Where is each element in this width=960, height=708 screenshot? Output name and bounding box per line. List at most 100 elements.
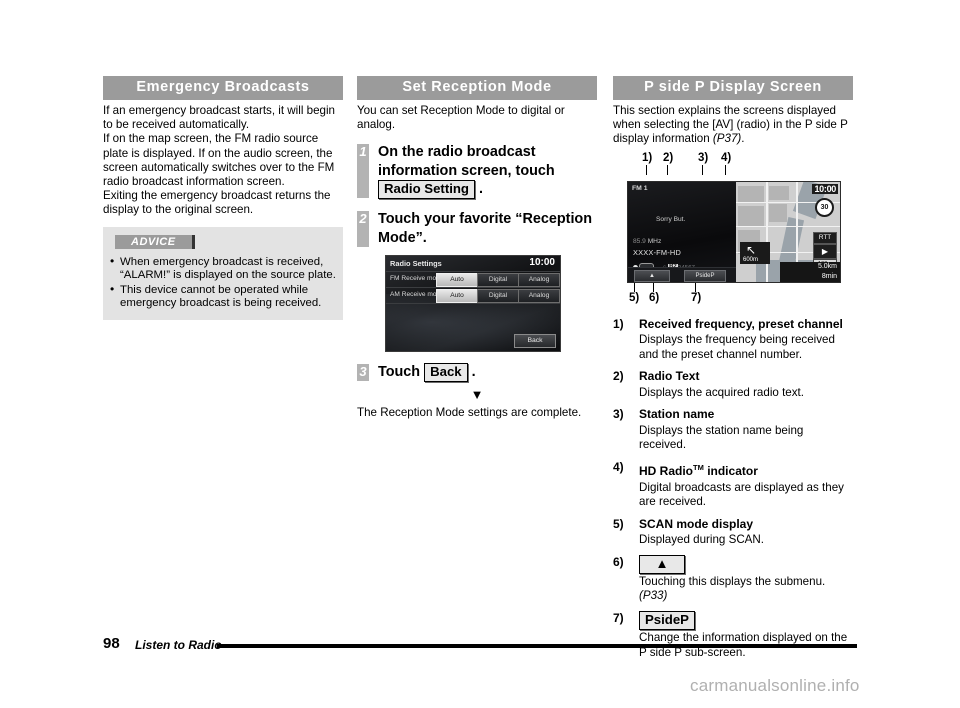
map-block	[738, 185, 764, 202]
map-block	[769, 185, 789, 200]
station-name-display: XXXX-FM-HD	[633, 247, 681, 257]
page-footer: 98 Listen to Radio	[103, 635, 857, 653]
hd-radio-indicator-row: ♫B234567	[633, 259, 695, 272]
step-2-number: 2	[357, 211, 369, 248]
map-road	[736, 225, 840, 228]
callout-tick-5	[634, 282, 635, 292]
step-1-period: .	[479, 181, 483, 198]
rtt-button[interactable]: RTT	[813, 231, 837, 244]
fm-digital-button[interactable]: Digital	[477, 273, 519, 288]
remaining-time: 8min	[821, 272, 837, 280]
fm-analog-button[interactable]: Analog	[518, 273, 560, 288]
callout-label-7: 7)	[691, 291, 702, 304]
section-heading-p-side-p: P side P Display Screen	[613, 76, 853, 100]
column-p-side-p-display: P side P Display Screen This section exp…	[613, 76, 853, 667]
advice-list: When emergency broadcast is received, “A…	[109, 255, 337, 311]
device-screen-title: Radio Settings	[390, 259, 442, 269]
definition-item-6: 6) ▲ Touching this displays the submenu.…	[613, 554, 853, 604]
intro-after: .	[741, 132, 745, 146]
definition-number: 4)	[613, 460, 624, 475]
section-heading-emergency-broadcasts: Emergency Broadcasts	[103, 76, 343, 100]
frequency-display: 85.9 MHz	[633, 238, 661, 245]
definition-term: Station name	[639, 407, 715, 422]
callout-label-6: 6)	[649, 291, 660, 304]
step-3-number: 3	[357, 364, 369, 382]
callout-tick-4	[725, 164, 726, 175]
turn-guidance-box: ↖ 600m	[740, 241, 770, 264]
page-reference: (P37)	[712, 132, 742, 146]
definition-term: SCAN mode display	[639, 516, 754, 531]
am-digital-button[interactable]: Digital	[477, 289, 519, 304]
band-preset-indicator: FM 1	[632, 185, 648, 192]
definition-number: 6)	[613, 554, 624, 569]
definition-term: PsideP	[639, 611, 853, 631]
hd-radio-term-suffix: indicator	[707, 464, 758, 479]
speed-limit-sign: 30	[815, 197, 834, 217]
result-text: The Reception Mode settings are complete…	[357, 406, 582, 420]
device-back-button[interactable]: Back	[514, 334, 556, 349]
manual-page: Emergency Broadcasts If an emergency bro…	[0, 0, 960, 708]
psidep-button[interactable]: PsideP	[684, 269, 726, 282]
p-side-p-intro: This section explains the screens displa…	[613, 104, 853, 147]
page-number: 98	[103, 635, 120, 652]
advice-tag: ADVICE	[115, 234, 195, 249]
frequency-unit: MHz	[647, 237, 662, 245]
definition-number: 7)	[613, 611, 624, 626]
definition-description: Displayed during SCAN.	[639, 533, 765, 547]
map-block	[738, 205, 764, 226]
map-cursor-icon[interactable]: ▶	[813, 243, 837, 259]
flow-arrow-icon: ▼	[470, 387, 484, 403]
callout-label-1: 1)	[642, 151, 653, 164]
callout-tick-1	[646, 164, 647, 175]
device-clock: 10:00	[529, 257, 555, 269]
turn-distance: 600m	[743, 256, 759, 263]
map-view[interactable]: 10:00 30 RTT ▶ 100m ↖ 600m 5.0km 8min	[736, 181, 840, 282]
section-heading-set-reception-mode: Set Reception Mode	[357, 76, 597, 100]
reception-intro: You can set Reception Mode to digital or…	[357, 104, 597, 132]
callout-tick-6	[653, 282, 654, 292]
definition-number: 5)	[613, 516, 624, 531]
callout-tick-3	[702, 164, 703, 175]
definition-number: 1)	[613, 316, 624, 331]
psidep-key[interactable]: PsideP	[639, 611, 695, 631]
definition-item-2: 2) Radio Text Displays the acquired radi…	[613, 369, 853, 400]
step-3-period: .	[471, 364, 476, 381]
fm-receive-mode-row: FM Receive mode Auto Digital Analog	[386, 273, 560, 288]
fm-auto-button[interactable]: Auto	[436, 273, 478, 288]
step-2: 2 Touch your favorite “Reception Mode”.	[357, 210, 597, 248]
definition-desc-text: Touching this displays the submenu.	[639, 574, 826, 588]
step-3-text: Touch Back .	[378, 363, 597, 383]
p-side-p-screenshot: FM 1 Sorry But. 85.9 MHz XXXX-FM-HD ♫B23…	[627, 180, 841, 283]
paragraph-3: Exiting the emergency broadcast returns …	[103, 189, 331, 217]
footer-rule	[217, 644, 857, 648]
am-auto-button[interactable]: Auto	[436, 289, 478, 304]
remaining-distance: 5.0km	[817, 262, 837, 270]
definition-description: Displays the frequency being received an…	[639, 333, 835, 361]
definition-number: 2)	[613, 369, 624, 384]
am-receive-mode-row: AM Receive mode Auto Digital Analog	[386, 289, 560, 304]
definition-description: Touching this displays the submenu. (P33…	[639, 575, 853, 604]
divider	[386, 303, 560, 305]
submenu-key[interactable]: ▲	[639, 554, 685, 574]
am-analog-button[interactable]: Analog	[518, 289, 560, 304]
step-1-instruction: On the radio broadcast information scree…	[378, 144, 555, 179]
callout-label-3: 3)	[698, 151, 709, 164]
definition-term: Received frequency, preset channel	[639, 316, 843, 331]
submenu-button[interactable]: ▲	[634, 269, 670, 282]
step-3: 3 Touch Back .	[357, 363, 597, 383]
step-1: 1 On the radio broadcast information scr…	[357, 143, 597, 200]
definition-term: ▲	[639, 554, 853, 574]
paragraph-1: If an emergency broadcast starts, it wil…	[103, 104, 335, 132]
definition-item-4: 4) HD RadioTM indicator Digital broadcas…	[613, 460, 853, 510]
paragraph-2: If on the map screen, the FM radio sourc…	[103, 132, 335, 189]
footer-chapter-label: Listen to Radio	[135, 638, 222, 652]
advice-item: When emergency broadcast is received, “A…	[109, 255, 337, 283]
back-key[interactable]: Back	[424, 363, 468, 383]
callout-label-4: 4)	[721, 151, 732, 164]
column-emergency-broadcasts: Emergency Broadcasts If an emergency bro…	[103, 76, 343, 320]
radio-setting-key[interactable]: Radio Setting	[378, 180, 475, 200]
intro-text: This section explains the screens displa…	[613, 104, 853, 147]
callout-ticks-bottom	[613, 282, 853, 292]
radio-text-display: Sorry But.	[656, 215, 686, 223]
definition-number: 3)	[613, 407, 624, 422]
